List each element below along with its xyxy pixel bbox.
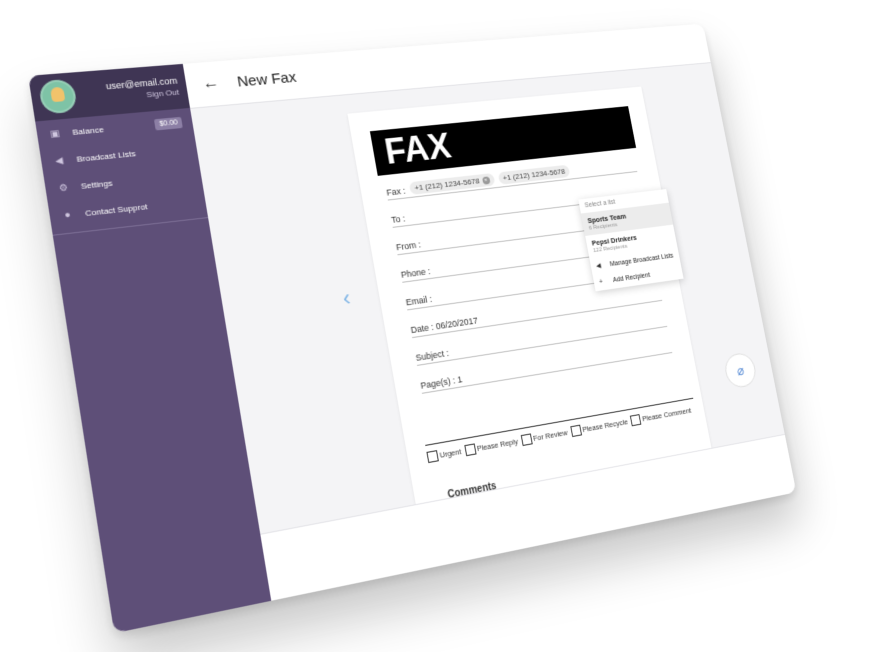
- user-info: user@email.com Sign Out: [105, 75, 180, 105]
- checkbox[interactable]: [570, 425, 582, 437]
- gear-icon: ⚙: [56, 181, 71, 194]
- phone-label: Phone :: [400, 266, 431, 280]
- checkbox-label: Please Recycle: [582, 417, 629, 434]
- sidebar-item-label: Contact Supprot: [84, 201, 148, 217]
- support-icon: ●: [60, 209, 75, 221]
- checkbox-please-comment[interactable]: Please Comment: [630, 405, 692, 426]
- checkbox[interactable]: [521, 433, 533, 446]
- checkbox-please-reply[interactable]: Please Reply: [464, 436, 519, 456]
- checkbox-urgent[interactable]: Urgent: [426, 446, 462, 463]
- checkbox[interactable]: [630, 414, 641, 426]
- sidebar-item-label: Broadcast Lists: [76, 148, 136, 163]
- checkbox-label: Please Comment: [642, 406, 692, 423]
- checkbox[interactable]: [464, 443, 476, 456]
- sidebar-item-label: Settings: [80, 178, 113, 191]
- paperclip-icon[interactable]: ⌀: [723, 351, 759, 389]
- add-label: Add Recipient: [612, 272, 650, 284]
- chevron-left-icon[interactable]: ‹: [341, 285, 353, 312]
- arrow-left-icon[interactable]: ←: [201, 74, 220, 93]
- main-area: ← New Fax ‹ › FAX Fax : +1 (212) 1234-56…: [183, 24, 797, 601]
- checkbox-label: Please Reply: [476, 437, 518, 453]
- date-label: Date : 06/20/2017: [410, 315, 479, 335]
- checkbox-please-recycle[interactable]: Please Recycle: [570, 416, 629, 437]
- fax-options: Urgent Please Reply For Review Please Re…: [425, 398, 696, 463]
- app-window: user@email.com Sign Out ▣ Balance $0.00 …: [28, 24, 796, 634]
- recipient-chip[interactable]: +1 (212) 1234-5678 ×: [409, 173, 495, 195]
- pages-label: Page(s) : 1: [420, 374, 463, 391]
- to-label: To :: [391, 214, 406, 225]
- checkbox[interactable]: [426, 450, 438, 463]
- sidebar-nav: ▣ Balance $0.00 ◀ Broadcast Lists ⚙ Sett…: [35, 108, 207, 231]
- add-user-icon: +: [599, 278, 611, 286]
- checkbox-label: For Review: [533, 428, 569, 443]
- fax-label: Fax :: [386, 186, 407, 198]
- chip-label: +1 (212) 1234-5678: [502, 167, 566, 182]
- checkbox-label: Urgent: [439, 447, 462, 460]
- page-title: New Fax: [236, 69, 298, 91]
- sidebar-item-label: Balance: [72, 124, 105, 136]
- balance-badge: $0.00: [154, 116, 182, 130]
- avatar[interactable]: [38, 79, 78, 115]
- email-label: Email :: [405, 294, 433, 307]
- recipient-chip[interactable]: +1 (212) 1234-5678: [497, 165, 570, 185]
- from-label: From :: [395, 239, 421, 252]
- megaphone-icon: ◀: [595, 261, 607, 270]
- wallet-icon: ▣: [47, 127, 62, 140]
- close-icon[interactable]: ×: [481, 176, 490, 184]
- subject-label: Subject :: [415, 348, 450, 363]
- stage: user@email.com Sign Out ▣ Balance $0.00 …: [0, 0, 876, 652]
- broadcast-list-dropdown: Select a list Sports Team 6 Recipients P…: [578, 189, 683, 291]
- checkbox-for-review[interactable]: For Review: [521, 427, 569, 446]
- chip-label: +1 (212) 1234-5678: [414, 177, 480, 193]
- megaphone-icon: ◀: [52, 154, 67, 167]
